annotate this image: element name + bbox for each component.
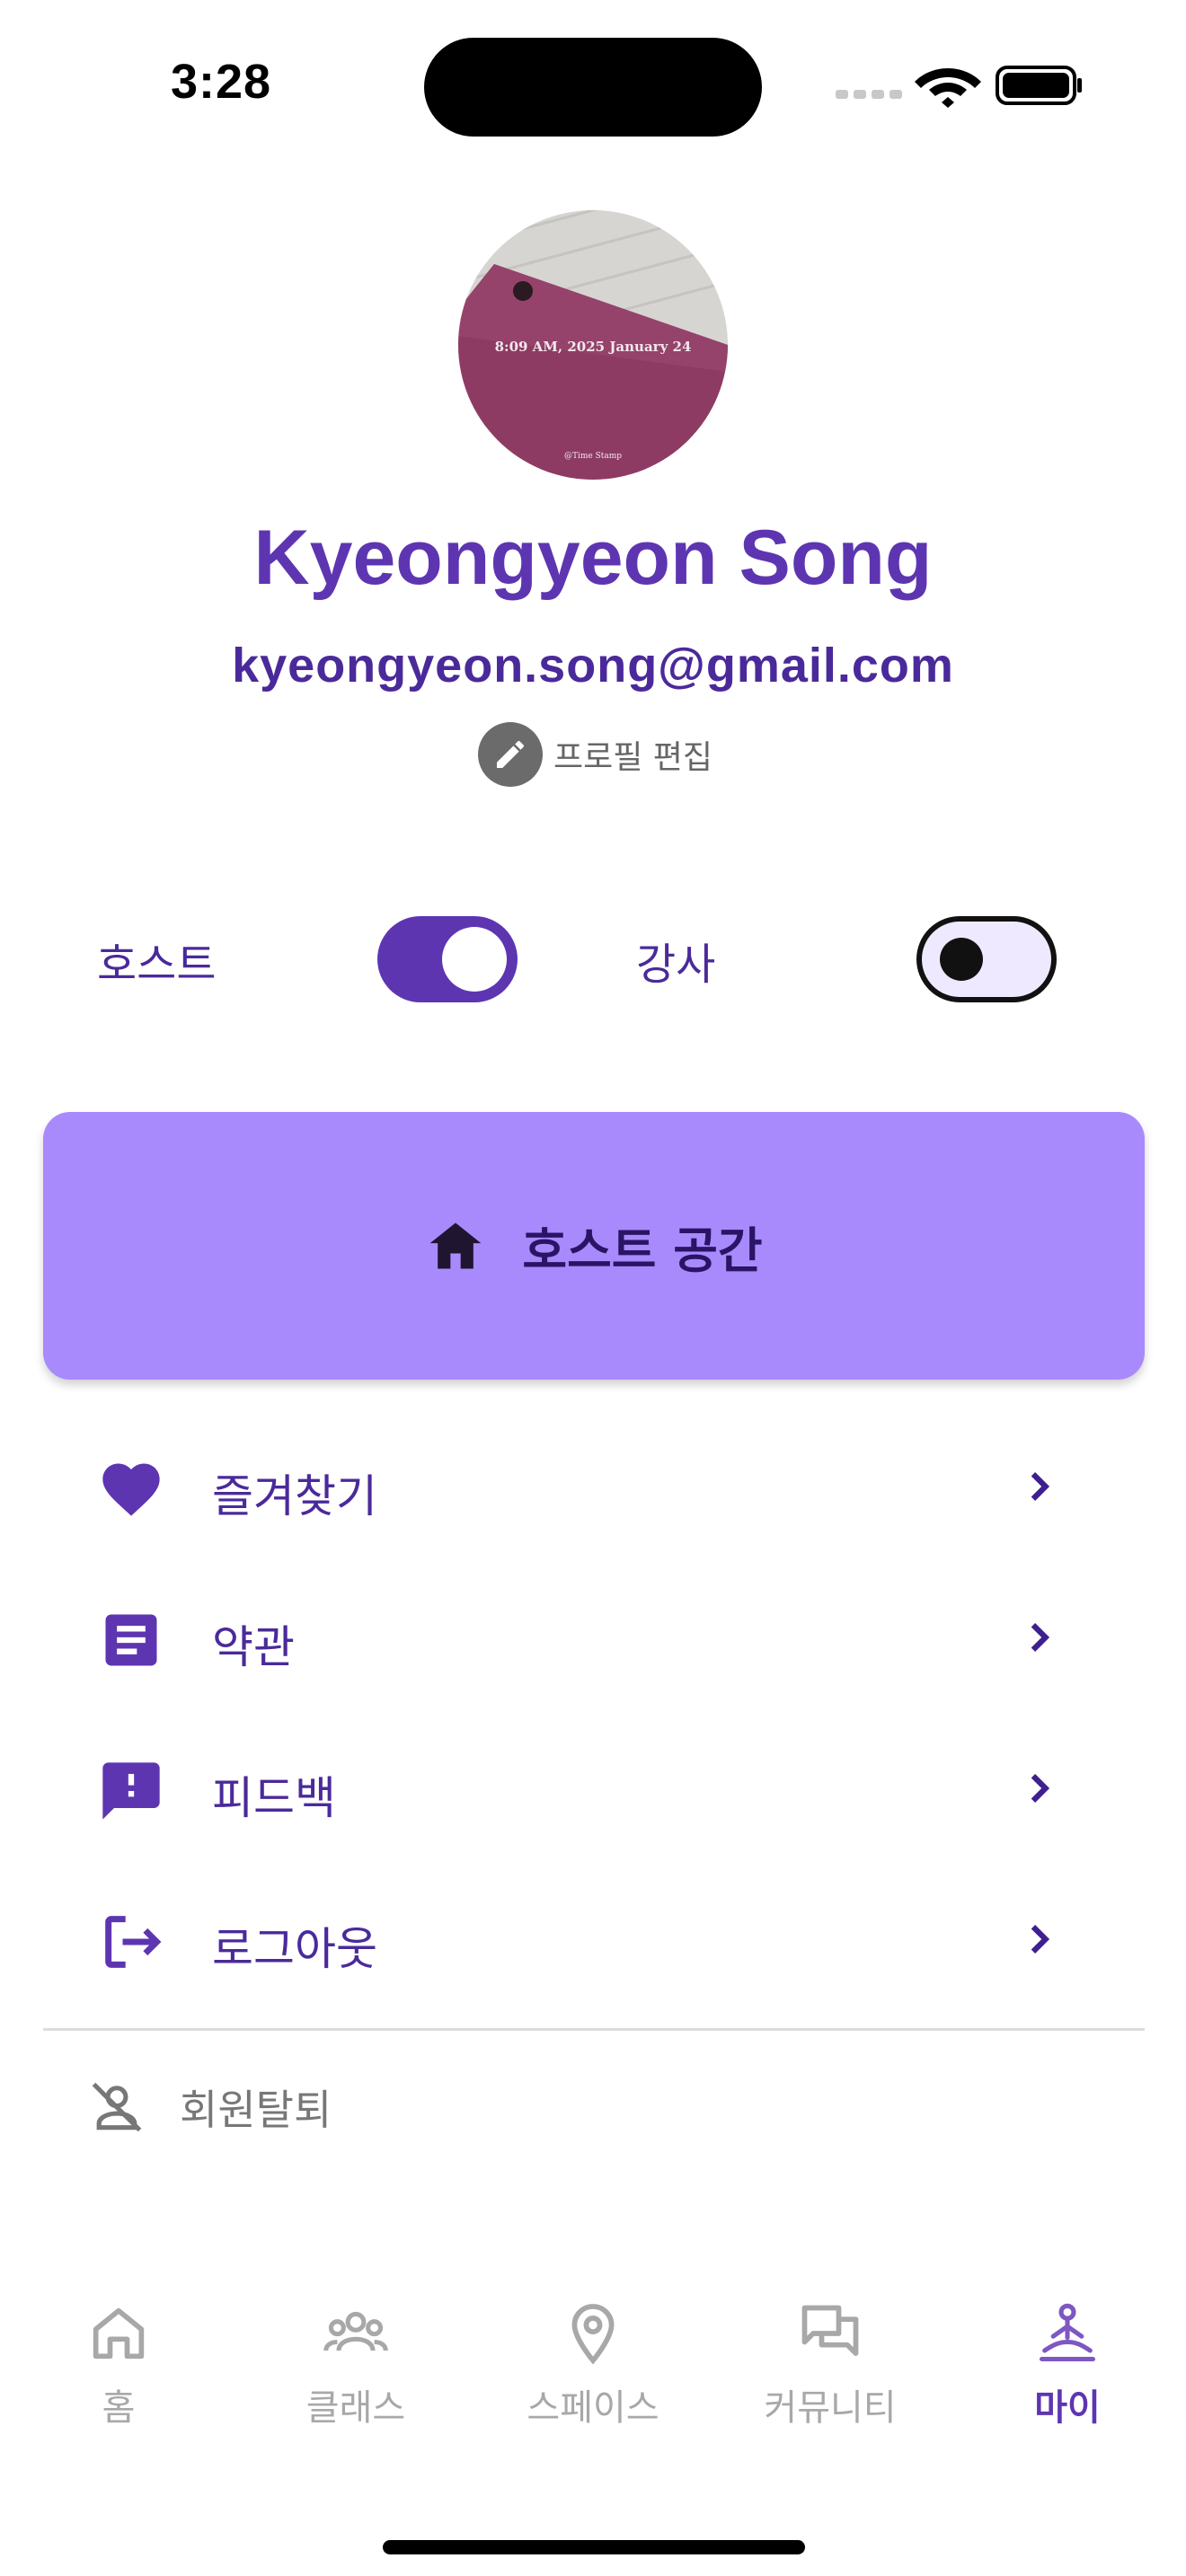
edit-profile-button[interactable]: 프로필 편집 (478, 722, 712, 787)
pencil-icon (478, 722, 543, 787)
menu-item-label: 약관 (212, 1621, 295, 1673)
profile-email: kyeongyeon.song@gmail.com (232, 639, 954, 693)
toggle-knob (442, 927, 507, 992)
menu-item-label: 즐겨찾기 (212, 1470, 377, 1522)
avatar-timestamp: 8:09 AM, 2025 January 24 (495, 339, 692, 355)
cellular-signal-icon (836, 90, 902, 99)
tab-label: 커뮤니티 (764, 2387, 897, 2429)
divider (43, 2028, 1145, 2031)
chevron-right-icon (1031, 1925, 1050, 1954)
instructor-toggle[interactable] (916, 916, 1057, 1002)
group-icon (323, 2311, 388, 2351)
tab-my[interactable]: 마이 (969, 2299, 1166, 2452)
tab-space[interactable]: 스페이스 (494, 2299, 692, 2452)
tab-label: 클래스 (305, 2387, 406, 2429)
instructor-toggle-label: 강사 (636, 940, 716, 990)
host-space-label: 호스트 공간 (522, 1222, 763, 1279)
document-icon (105, 1614, 157, 1666)
menu-item-terms[interactable]: 약관 (0, 1568, 1186, 1703)
avatar-watermark: @Time Stamp (564, 452, 622, 461)
host-toggle-label: 호스트 (97, 940, 217, 990)
tab-home[interactable]: 홈 (20, 2299, 217, 2452)
my-page-screen: 3:28 8:09 AM, 2025 January 24 @Time Stam… (0, 0, 1186, 2576)
chevron-right-icon (1031, 1774, 1050, 1803)
heart-icon (102, 1463, 160, 1516)
home-outline-icon (93, 2307, 145, 2360)
tab-label: 홈 (102, 2387, 136, 2429)
menu-item-logout[interactable]: 로그아웃 (0, 1870, 1186, 2005)
tab-community[interactable]: 커뮤니티 (731, 2299, 929, 2452)
menu-item-label: 피드백 (212, 1772, 336, 1824)
location-pin-icon (571, 2304, 615, 2365)
home-icon (430, 1222, 482, 1269)
toggle-knob (940, 938, 983, 981)
forum-icon (801, 2305, 859, 2357)
home-indicator[interactable] (383, 2540, 805, 2554)
menu-item-feedback[interactable]: 피드백 (0, 1719, 1186, 1854)
withdraw-button[interactable]: 회원탈퇴 (86, 2071, 332, 2143)
battery-icon (996, 66, 1082, 105)
edit-profile-label: 프로필 편집 (553, 739, 713, 776)
chevron-right-icon (1031, 1472, 1050, 1501)
host-space-button[interactable]: 호스트 공간 (43, 1112, 1145, 1380)
tab-label: 스페이스 (527, 2387, 659, 2429)
status-icons (836, 63, 1083, 108)
dynamic-island (424, 38, 762, 137)
status-time: 3:28 (171, 55, 272, 109)
feedback-icon (102, 1762, 160, 1820)
meditation-icon (1039, 2303, 1096, 2362)
wifi-icon (915, 68, 981, 108)
menu-item-label: 로그아웃 (212, 1923, 377, 1975)
person-off-icon (92, 2082, 142, 2132)
logout-icon (105, 1916, 162, 1968)
withdraw-label: 회원탈퇴 (180, 2086, 332, 2134)
menu-item-favorites[interactable]: 즐겨찾기 (0, 1417, 1186, 1552)
profile-avatar[interactable]: 8:09 AM, 2025 January 24 @Time Stamp (458, 210, 728, 480)
chevron-right-icon (1031, 1623, 1050, 1652)
tab-class[interactable]: 클래스 (257, 2299, 455, 2452)
host-toggle[interactable] (377, 916, 518, 1002)
tab-label: 마이 (1034, 2387, 1101, 2429)
profile-name: Kyeongyeon Song (253, 515, 933, 601)
